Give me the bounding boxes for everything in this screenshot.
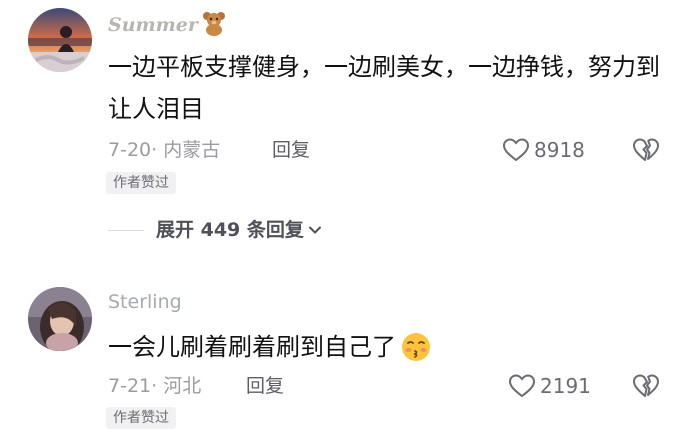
reply-button[interactable]: 回复 <box>272 138 310 162</box>
chevron-down-icon <box>308 226 321 234</box>
like-count: 2191 <box>540 374 591 398</box>
expand-replies-button[interactable]: 展开 449 条回复 <box>108 218 323 242</box>
like-count: 8918 <box>534 138 585 162</box>
dislike-button[interactable] <box>632 373 660 403</box>
broken-heart-icon <box>633 374 659 397</box>
comment-date-location: 7-20· 内蒙古 <box>108 139 221 161</box>
expand-replies-label[interactable]: 展开 449 条回复 <box>156 218 304 242</box>
like-button[interactable]: 8918 <box>502 137 585 163</box>
dislike-button[interactable] <box>632 137 660 167</box>
teddy-bear-emoji <box>201 10 227 42</box>
comment-text: 一会儿刷着刷着刷到自己了 <box>108 326 668 376</box>
avatar[interactable] <box>28 8 92 72</box>
comment-text-content: 一会儿刷着刷着刷到自己了 <box>108 333 396 361</box>
comment-text: 一边平板支撑健身，一边刷美女，一边挣钱，努力到让人泪目 <box>108 53 660 123</box>
username[interactable]: Summer <box>108 10 227 42</box>
comment-date-location: 7-21· 河北 <box>108 375 202 397</box>
reply-button[interactable]: 回复 <box>246 374 284 398</box>
heart-outline-icon <box>502 138 530 162</box>
username-text[interactable]: Summer <box>108 14 198 36</box>
kissing-face-emoji <box>400 331 432 376</box>
divider <box>108 229 144 231</box>
username[interactable]: Sterling <box>108 290 182 314</box>
author-liked-badge: 作者赞过 <box>106 407 176 429</box>
broken-heart-icon <box>633 138 659 161</box>
heart-outline-icon <box>508 374 536 398</box>
like-button[interactable]: 2191 <box>508 373 591 399</box>
avatar[interactable] <box>28 287 92 351</box>
author-liked-badge: 作者赞过 <box>106 172 176 194</box>
